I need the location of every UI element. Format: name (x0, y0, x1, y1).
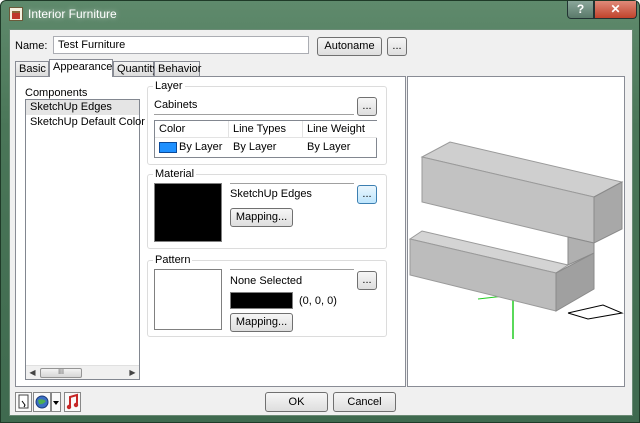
scroll-left-icon[interactable]: ◀ (26, 366, 39, 379)
material-browse-button[interactable]: ... (357, 185, 377, 204)
components-label: Components (25, 87, 88, 99)
layer-group: Layer Cabinets ... Color Line Types Line… (147, 80, 387, 165)
color-swatch (159, 142, 177, 153)
layer-lineweight-cell[interactable]: By Layer (303, 139, 377, 155)
layer-properties-grid: Color Line Types Line Weight By Layer By… (154, 120, 377, 158)
layer-linetype-cell[interactable]: By Layer (229, 139, 303, 155)
list-item[interactable]: SketchUp Default Color (26, 115, 145, 130)
column-header-line-types: Line Types (229, 121, 303, 138)
tab-behavior[interactable]: Behavior (154, 61, 201, 76)
music-note-icon[interactable] (64, 392, 81, 412)
scroll-thumb[interactable]: III (40, 368, 82, 378)
layer-browse-button[interactable]: ... (357, 97, 377, 116)
layer-title: Layer (153, 80, 185, 92)
dropdown-arrow-icon[interactable] (51, 392, 61, 412)
tab-appearance[interactable]: Appearance (49, 59, 113, 77)
material-title: Material (153, 168, 197, 180)
base-outline (567, 304, 624, 320)
material-swatch[interactable] (154, 183, 222, 242)
components-list[interactable]: SketchUp Edges SketchUp Default Color ◀ … (25, 99, 145, 380)
pattern-value: None Selected (230, 275, 303, 287)
pattern-color-swatch[interactable] (230, 292, 293, 309)
name-label: Name: (15, 40, 48, 52)
material-value: SketchUp Edges (230, 188, 312, 200)
autoname-button[interactable]: Autoname (317, 37, 382, 56)
layer-color-cell[interactable]: By Layer (155, 139, 229, 155)
furniture-preview-graphic (408, 141, 624, 339)
pattern-swatch[interactable] (154, 269, 222, 330)
material-group: Material SketchUp Edges ... Mapping... (147, 168, 387, 249)
scroll-right-icon[interactable]: ▶ (126, 366, 139, 379)
dialog-window: Interior Furniture ? ✕ Name: Test Furnit… (0, 0, 640, 423)
layer-value: Cabinets (154, 99, 198, 111)
furniture-icon (9, 7, 23, 21)
pattern-title: Pattern (153, 254, 193, 266)
globe-icon[interactable] (33, 392, 51, 412)
close-button[interactable]: ✕ (594, 1, 637, 19)
tab-basic[interactable]: Basic (15, 61, 49, 76)
name-more-button[interactable]: ... (387, 37, 407, 56)
help-button[interactable]: ? (567, 1, 594, 19)
appearance-tab-page: Components SketchUp Edges SketchUp Defau… (15, 76, 406, 387)
name-input[interactable]: Test Furniture (53, 36, 309, 54)
document-icon[interactable] (15, 392, 32, 412)
cancel-button[interactable]: Cancel (333, 392, 396, 412)
model-preview[interactable] (407, 76, 625, 387)
material-mapping-button[interactable]: Mapping... (230, 208, 293, 227)
title-bar[interactable]: Interior Furniture ? ✕ (1, 1, 639, 29)
pattern-mapping-button[interactable]: Mapping... (230, 313, 293, 332)
pattern-color-rgb: (0, 0, 0) (299, 295, 337, 307)
layer-underline (154, 114, 354, 115)
pattern-underline (230, 269, 354, 270)
dialog-client: Name: Test Furniture Autoname ... Basic … (9, 29, 633, 416)
ok-button[interactable]: OK (265, 392, 328, 412)
list-item[interactable]: SketchUp Edges (26, 100, 139, 115)
pattern-browse-button[interactable]: ... (357, 271, 377, 290)
column-header-color: Color (155, 121, 229, 138)
layer-color-value: By Layer (179, 141, 223, 153)
pattern-group: Pattern None Selected ... (0, 0, 0) Mapp… (147, 254, 387, 337)
material-underline (230, 183, 354, 184)
horizontal-scrollbar[interactable]: ◀ III ▶ (26, 365, 139, 379)
window-title: Interior Furniture (28, 7, 117, 21)
tab-quantity[interactable]: Quantity (113, 61, 158, 76)
column-header-line-weight: Line Weight (303, 121, 377, 138)
